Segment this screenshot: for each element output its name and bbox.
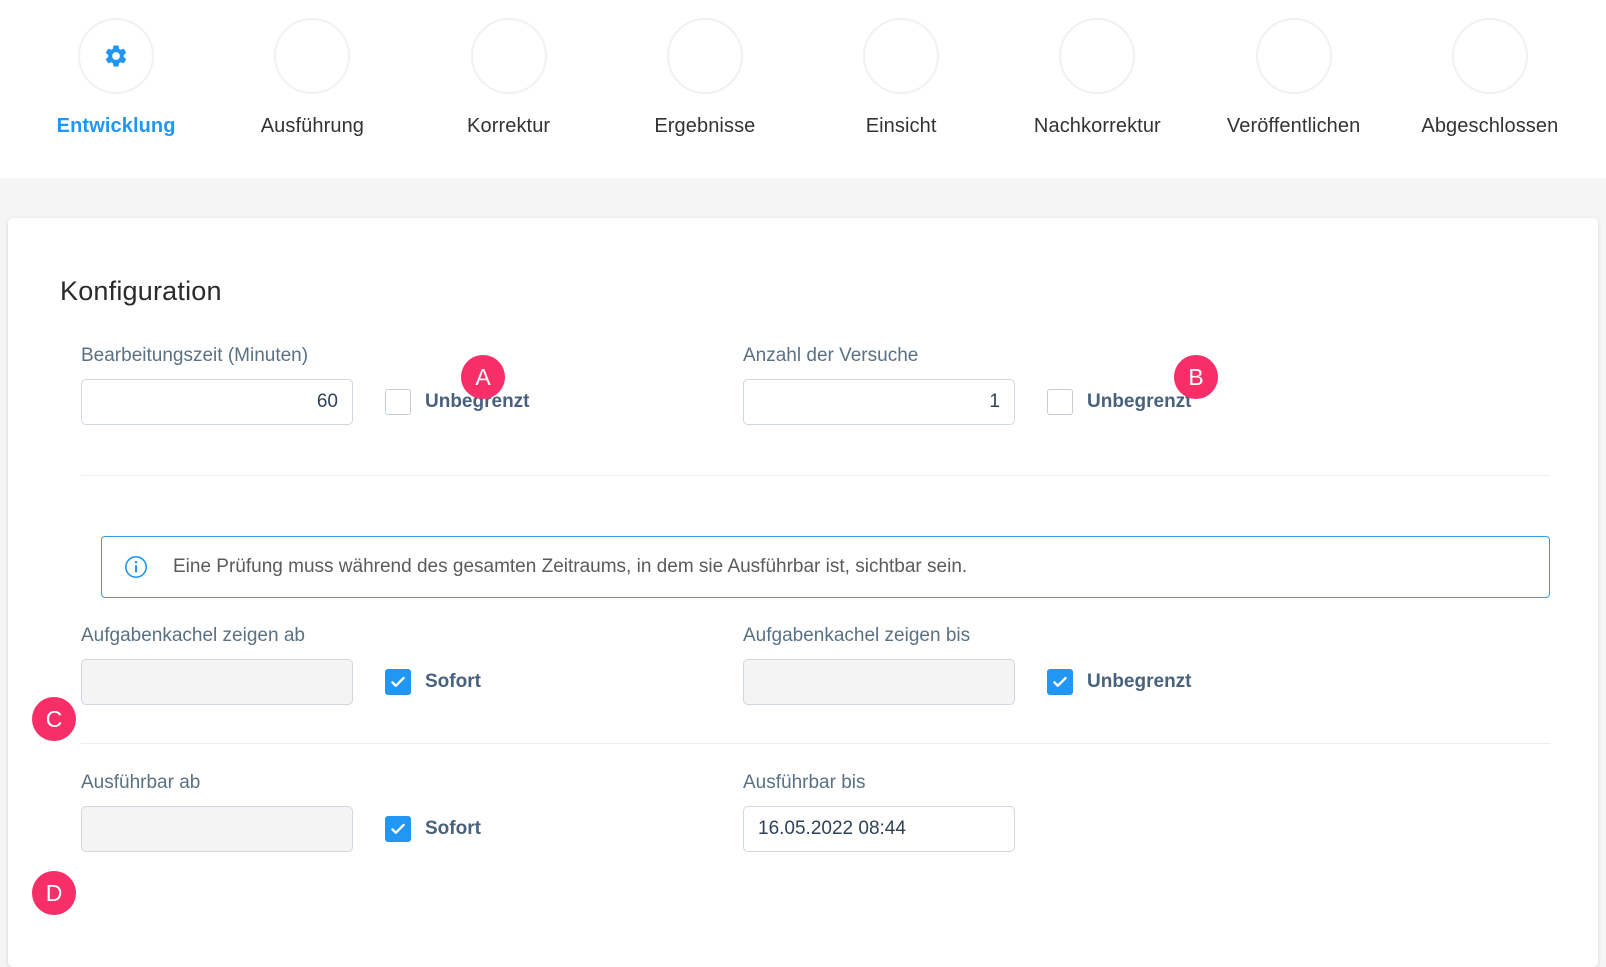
step-circle-ergebnisse	[666, 18, 743, 94]
label-kachel-bis: Aufgabenkachel zeigen bis	[743, 625, 971, 646]
step-korrektur[interactable]: Korrektur	[411, 0, 607, 138]
step-ergebnisse[interactable]: Ergebnisse	[607, 0, 803, 138]
step-circle-nachkorrektur	[1059, 18, 1136, 94]
checkbox-kachel-ab-sofort[interactable]: Sofort	[385, 669, 481, 695]
step-circle-korrektur	[470, 18, 547, 94]
step-ausfuehrung[interactable]: Ausführung	[214, 0, 410, 138]
checkbox-label-sofort: Sofort	[425, 671, 481, 692]
step-circle-ausfuehrung	[274, 18, 351, 94]
step-label-ausfuehrung: Ausführung	[260, 115, 365, 137]
field-kachel-bis: Aufgabenkachel zeigen bis Unbegrenzt	[720, 625, 1432, 705]
field-ausfuehrbar-bis: Ausführbar bis	[720, 772, 1432, 852]
input-kachel-ab[interactable]	[81, 659, 353, 705]
input-ausfuehrbar-ab[interactable]	[81, 806, 353, 852]
label-ausfuehrbar-bis: Ausführbar bis	[743, 772, 866, 793]
annotation-badge-b: B	[1174, 355, 1218, 399]
checkbox-label-unbegrenzt: Unbegrenzt	[1087, 391, 1192, 412]
gear-icon	[103, 43, 129, 69]
label-kachel-ab: Aufgabenkachel zeigen ab	[81, 625, 305, 646]
checkbox-box-checked[interactable]	[385, 669, 411, 695]
input-ausfuehrbar-bis[interactable]	[743, 806, 1015, 852]
step-label-einsicht: Einsicht	[865, 115, 937, 137]
checkbox-label-unbegrenzt: Unbegrenzt	[1087, 671, 1192, 692]
step-label-veroeffentlichen: Veröffentlichen	[1226, 115, 1361, 137]
step-label-korrektur: Korrektur	[467, 115, 551, 137]
checkbox-kachel-bis-unbegrenzt[interactable]: Unbegrenzt	[1047, 669, 1192, 695]
step-entwicklung[interactable]: Entwicklung	[18, 0, 214, 138]
field-kachel-ab: Aufgabenkachel zeigen ab Sofort	[8, 625, 720, 705]
field-versuche: Anzahl der Versuche Unbegrenzt	[720, 345, 1432, 425]
step-veroeffentlichen[interactable]: Veröffentlichen	[1196, 0, 1392, 138]
field-ausfuehrbar-ab: Ausführbar ab Sofort	[8, 772, 720, 852]
checkbox-box-unchecked[interactable]	[385, 389, 411, 415]
step-circle-entwicklung	[78, 18, 155, 94]
step-label-nachkorrektur: Nachkorrektur	[1033, 115, 1161, 137]
step-circle-einsicht	[863, 18, 940, 94]
step-abgeschlossen[interactable]: Abgeschlossen	[1392, 0, 1588, 138]
step-label-ergebnisse: Ergebnisse	[654, 115, 756, 137]
label-ausfuehrbar-ab: Ausführbar ab	[81, 772, 201, 793]
input-kachel-bis[interactable]	[743, 659, 1015, 705]
checkbox-box-unchecked[interactable]	[1047, 389, 1073, 415]
step-label-abgeschlossen: Abgeschlossen	[1421, 115, 1559, 137]
annotation-badge-d: D	[32, 871, 76, 915]
info-banner-text: Eine Prüfung muss während des gesamten Z…	[173, 556, 968, 577]
annotation-badge-a: A	[461, 355, 505, 399]
checkbox-ausfuehrbar-ab-sofort[interactable]: Sofort	[385, 816, 481, 842]
input-versuche[interactable]	[743, 379, 1015, 425]
info-banner: Eine Prüfung muss während des gesamten Z…	[101, 536, 1550, 598]
configuration-form: Bearbeitungszeit (Minuten) Unbegrenzt An…	[8, 345, 1598, 852]
checkbox-versuche-unbegrenzt[interactable]: Unbegrenzt	[1047, 389, 1192, 415]
step-label-entwicklung: Entwicklung	[56, 115, 176, 137]
banner-zone: Eine Prüfung muss während des gesamten Z…	[8, 536, 1598, 598]
input-bearbeitungszeit[interactable]	[81, 379, 353, 425]
label-bearbeitungszeit: Bearbeitungszeit (Minuten)	[81, 345, 309, 366]
info-circle-icon	[124, 555, 148, 579]
workflow-stepper: Entwicklung Ausführung Korrektur Ergebni…	[0, 0, 1606, 178]
row-kachel: Aufgabenkachel zeigen ab Sofort Aufgaben…	[8, 625, 1598, 705]
step-circle-veroeffentlichen	[1255, 18, 1332, 94]
checkbox-box-checked[interactable]	[1047, 669, 1073, 695]
row-ausfuehrbar: Ausführbar ab Sofort Ausführbar bis	[8, 772, 1598, 852]
checkbox-bearbeitungszeit-unbegrenzt[interactable]: Unbegrenzt	[385, 389, 530, 415]
step-einsicht[interactable]: Einsicht	[803, 0, 999, 138]
konfiguration-card: Konfiguration Bearbeitungszeit (Minuten)…	[8, 218, 1598, 967]
page-body: Konfiguration Bearbeitungszeit (Minuten)…	[0, 178, 1606, 967]
field-bearbeitungszeit: Bearbeitungszeit (Minuten) Unbegrenzt	[8, 345, 720, 425]
checkbox-box-checked[interactable]	[385, 816, 411, 842]
step-circle-abgeschlossen	[1451, 18, 1528, 94]
annotation-badge-c: C	[32, 697, 76, 741]
step-nachkorrektur[interactable]: Nachkorrektur	[999, 0, 1195, 138]
row-limits: Bearbeitungszeit (Minuten) Unbegrenzt An…	[8, 345, 1598, 425]
page-title: Konfiguration	[60, 276, 222, 306]
label-versuche: Anzahl der Versuche	[743, 345, 919, 366]
checkbox-label-sofort: Sofort	[425, 818, 481, 839]
